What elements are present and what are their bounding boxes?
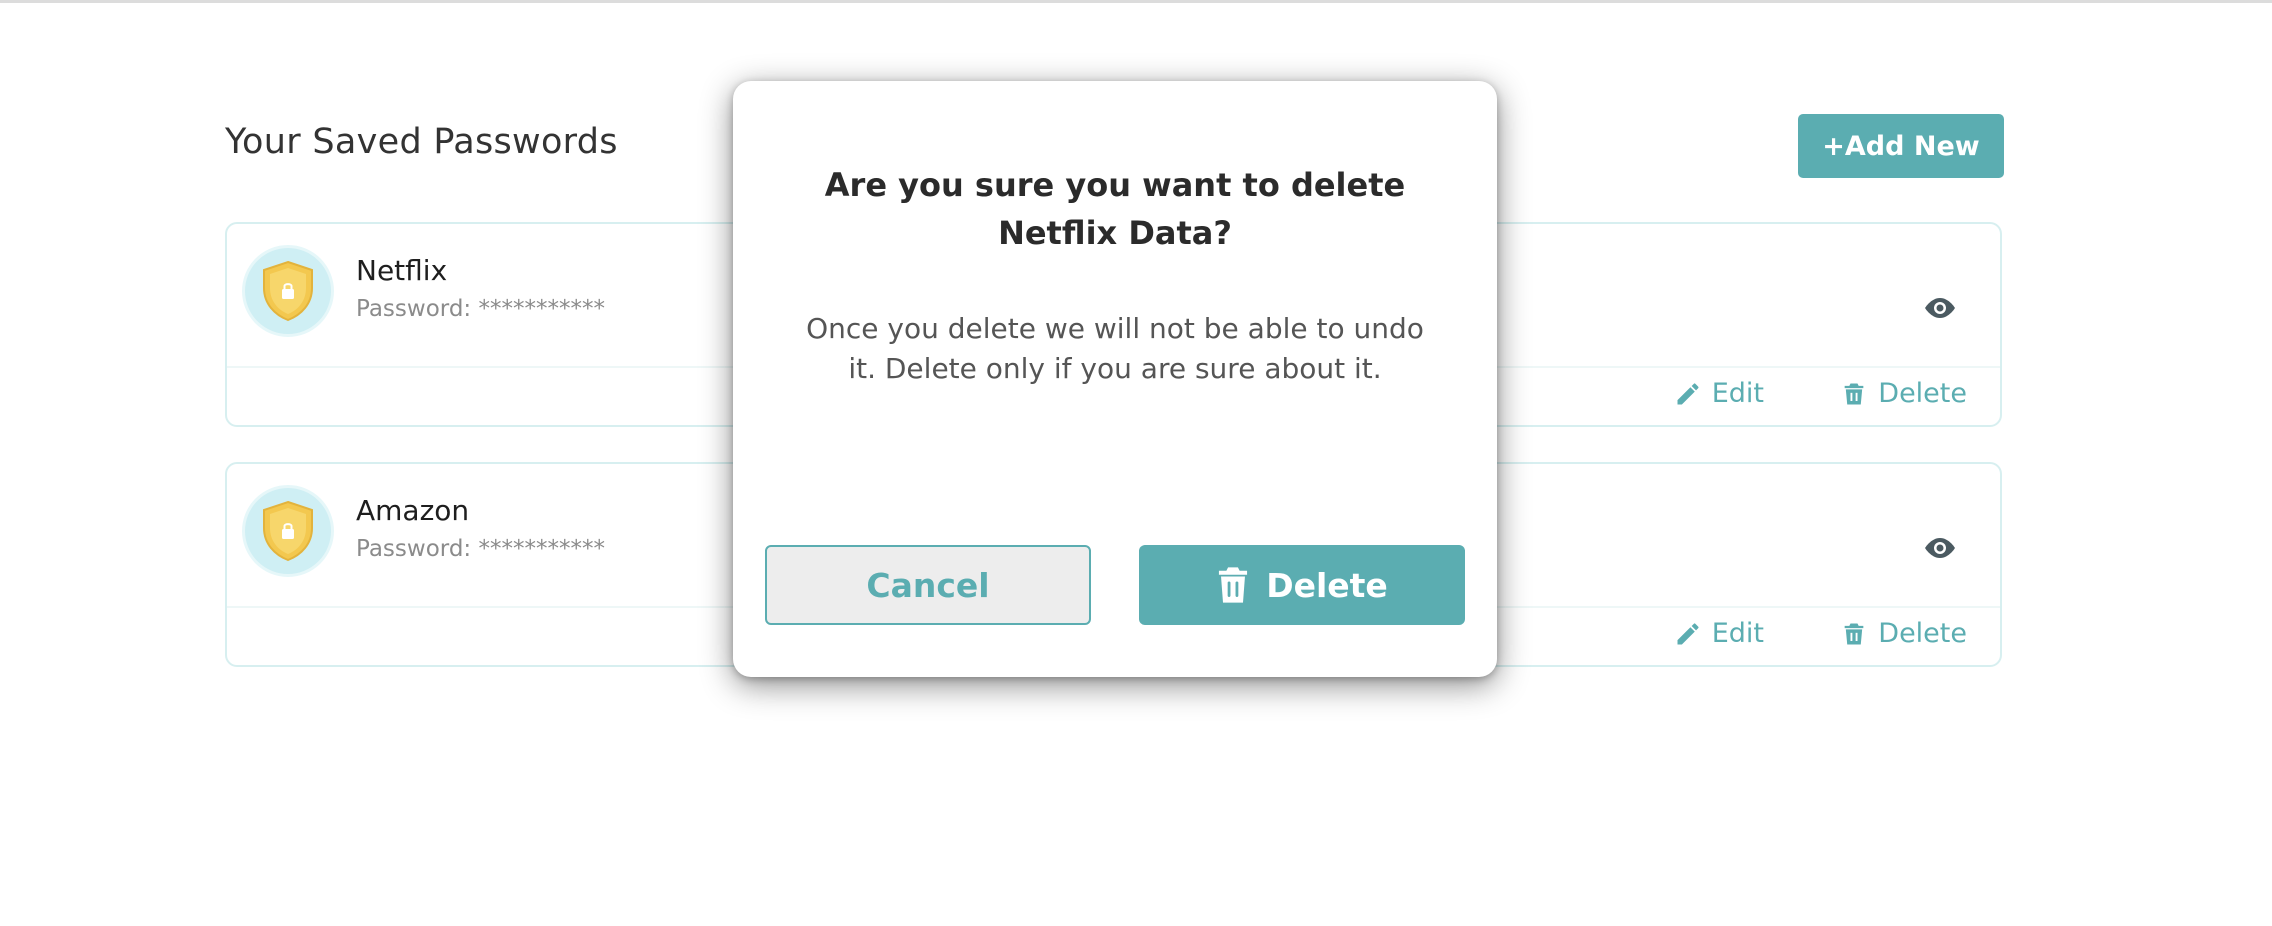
avatar [242,485,334,577]
pencil-icon [1677,382,1699,404]
confirm-delete-label: Delete [1266,565,1388,605]
trash-icon [1219,567,1248,603]
edit-button[interactable]: Edit [1674,378,1764,409]
trash-icon [1844,383,1864,404]
page: Your Saved Passwords +Add New Netflix Pa… [0,0,2272,926]
delete-confirm-modal: Are you sure you want to delete Netflix … [733,81,1497,677]
edit-label: Edit [1711,378,1764,409]
delete-button[interactable]: Delete [1840,378,1967,409]
confirm-delete-button[interactable]: Delete [1139,545,1465,625]
site-name: Netflix [356,254,448,287]
delete-button[interactable]: Delete [1840,618,1967,649]
avatar [242,245,334,337]
page-title: Your Saved Passwords [225,122,618,162]
pencil-icon [1677,622,1699,644]
edit-button[interactable]: Edit [1674,618,1764,649]
password-mask: Password: *********** [356,536,605,562]
edit-label: Edit [1711,618,1764,649]
modal-title: Are you sure you want to delete Netflix … [824,166,1406,252]
site-name: Amazon [356,494,470,527]
eye-icon[interactable] [1922,536,1958,560]
password-mask: Password: *********** [356,296,605,322]
shield-lock-icon [263,260,313,322]
shield-lock-icon [263,500,313,562]
top-border [0,0,2272,3]
delete-label: Delete [1878,378,1967,409]
cancel-button[interactable]: Cancel [765,545,1091,625]
delete-label: Delete [1878,618,1967,649]
eye-icon[interactable] [1922,296,1958,320]
trash-icon [1844,623,1864,644]
modal-message: Once you delete we will not be able to u… [806,312,1424,385]
add-new-button[interactable]: +Add New [1798,114,2004,178]
